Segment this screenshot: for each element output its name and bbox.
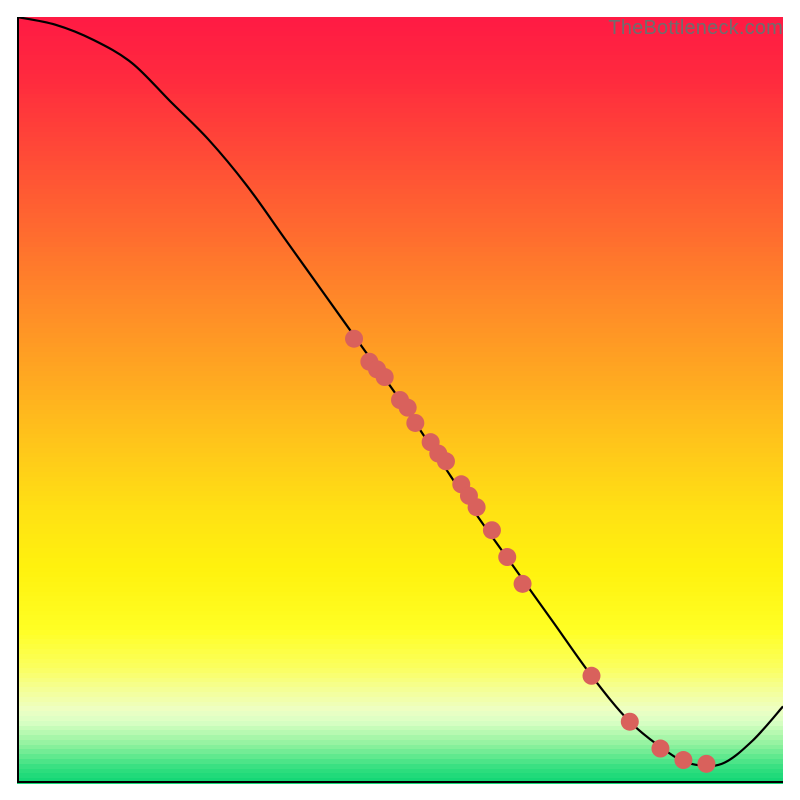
data-point bbox=[498, 548, 516, 566]
data-point bbox=[674, 751, 692, 769]
data-point bbox=[621, 713, 639, 731]
watermark-text: TheBottleneck.com bbox=[608, 17, 783, 40]
data-point bbox=[406, 414, 424, 432]
data-point bbox=[697, 755, 715, 773]
data-point bbox=[583, 667, 601, 685]
data-points bbox=[345, 330, 715, 773]
data-point bbox=[468, 498, 486, 516]
data-point bbox=[376, 368, 394, 386]
chart-svg-overlay bbox=[17, 17, 783, 783]
data-point bbox=[514, 575, 532, 593]
data-point bbox=[345, 330, 363, 348]
chart-container: TheBottleneck.com bbox=[0, 0, 800, 800]
plot-area: TheBottleneck.com bbox=[17, 17, 783, 783]
data-point bbox=[437, 452, 455, 470]
data-point bbox=[483, 521, 501, 539]
data-point bbox=[651, 740, 669, 758]
data-point bbox=[399, 399, 417, 417]
